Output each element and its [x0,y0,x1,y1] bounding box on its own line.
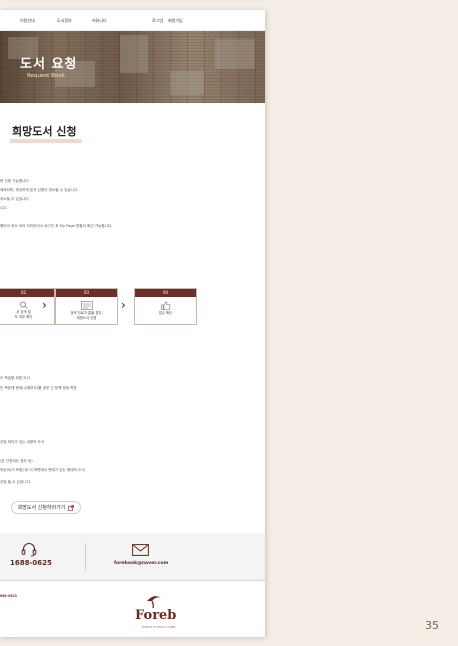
note-line: 제외되며, 부당하게 본서 신청이 취소될 수 있습니다. [0,188,79,192]
brand-tagline: FOREST OF BOOK, FOREB [142,626,176,629]
note-line: 행되어 취소 되어 처리되어서 로그인 후 My Page 현황이 확인 가능합… [0,224,113,228]
step-number: 04 [135,289,196,297]
nav-item-book-info[interactable]: 도서정보 [57,18,72,24]
chevron-right-icon: › [42,298,47,312]
external-link-icon [68,504,75,511]
step-number: 02 [0,289,54,297]
top-nav: 이용안내 도서정보 커뮤니티 로그인 | 회원가입 [0,10,265,31]
criteria-line: 어있어(이 포함) 등 이 파면에서 판매가 있는 형태의 도서 [0,468,85,472]
contact-email[interactable]: forebook@naver.com [114,561,168,566]
criteria-line: 선정 되어가 있는 내용의 도서 [0,440,45,444]
page-title: 희망도서 신청 [12,125,77,138]
hero-banner: 도서 요청 Request Book [0,31,265,103]
footer-divider [0,580,265,581]
envelope-icon [132,544,149,556]
foreb-logo-icon [147,596,161,609]
contact-strip: 1688-0625 forebook@naver.com [0,533,265,580]
nav-item-community[interactable]: 커뮤니티 [92,18,107,24]
nav-item-guide[interactable]: 이용안내 [20,18,35,24]
step-label: 검색 자료가 없을 경우, 희망도서 신청 [70,311,103,320]
note-line: 니다. [0,206,8,210]
thumbs-up-icon [160,301,170,310]
nav-signup[interactable]: 회원가입 [168,18,183,24]
contact-phone: 1688-0625 [10,559,52,567]
search-book-icon [19,301,28,309]
criteria-line: 선정 될 수 있습니다. [0,480,32,484]
step-number: 03 [56,289,117,297]
nav-separator: | [162,18,164,23]
hero-title: 도서 요청 [20,57,78,72]
page-number: 35 [425,619,439,632]
contact-divider [85,543,86,571]
process-step-3: 03 검색 자료가 없을 경우, 희망도서 신청 [55,288,118,325]
heading-underline [10,139,82,143]
cta-label: 희망도서 신청하러가기 [17,505,66,511]
request-book-button[interactable]: 희망도서 신청하러가기 [11,501,81,514]
hero-subtitle: Request Book [27,73,65,79]
brand-logo-text: Foreb [135,608,177,623]
chevron-right-icon: › [121,298,126,312]
step-label: 접수 확인 [158,311,173,315]
document-page: 이용안내 도서정보 커뮤니티 로그인 | 회원가입 도서 요청 Request … [0,10,265,637]
criteria-line: (본 선정되는 경우 등) [0,459,33,463]
headset-icon [21,543,37,557]
note-line: 한 신청 가능합니다. [0,179,30,183]
process-step-4: 04 접수 확인 [134,288,197,325]
criteria-line: 이 학습용 위한 도서 [0,376,30,380]
form-icon [80,301,93,310]
note-line: 취소될 수 있습니다. [0,197,30,201]
criteria-line: 인 목표에 형태(수험보조)를 공부 긴 정책 범위 목표 [0,386,77,390]
footer-phone-small: 688-0625 [0,594,17,598]
